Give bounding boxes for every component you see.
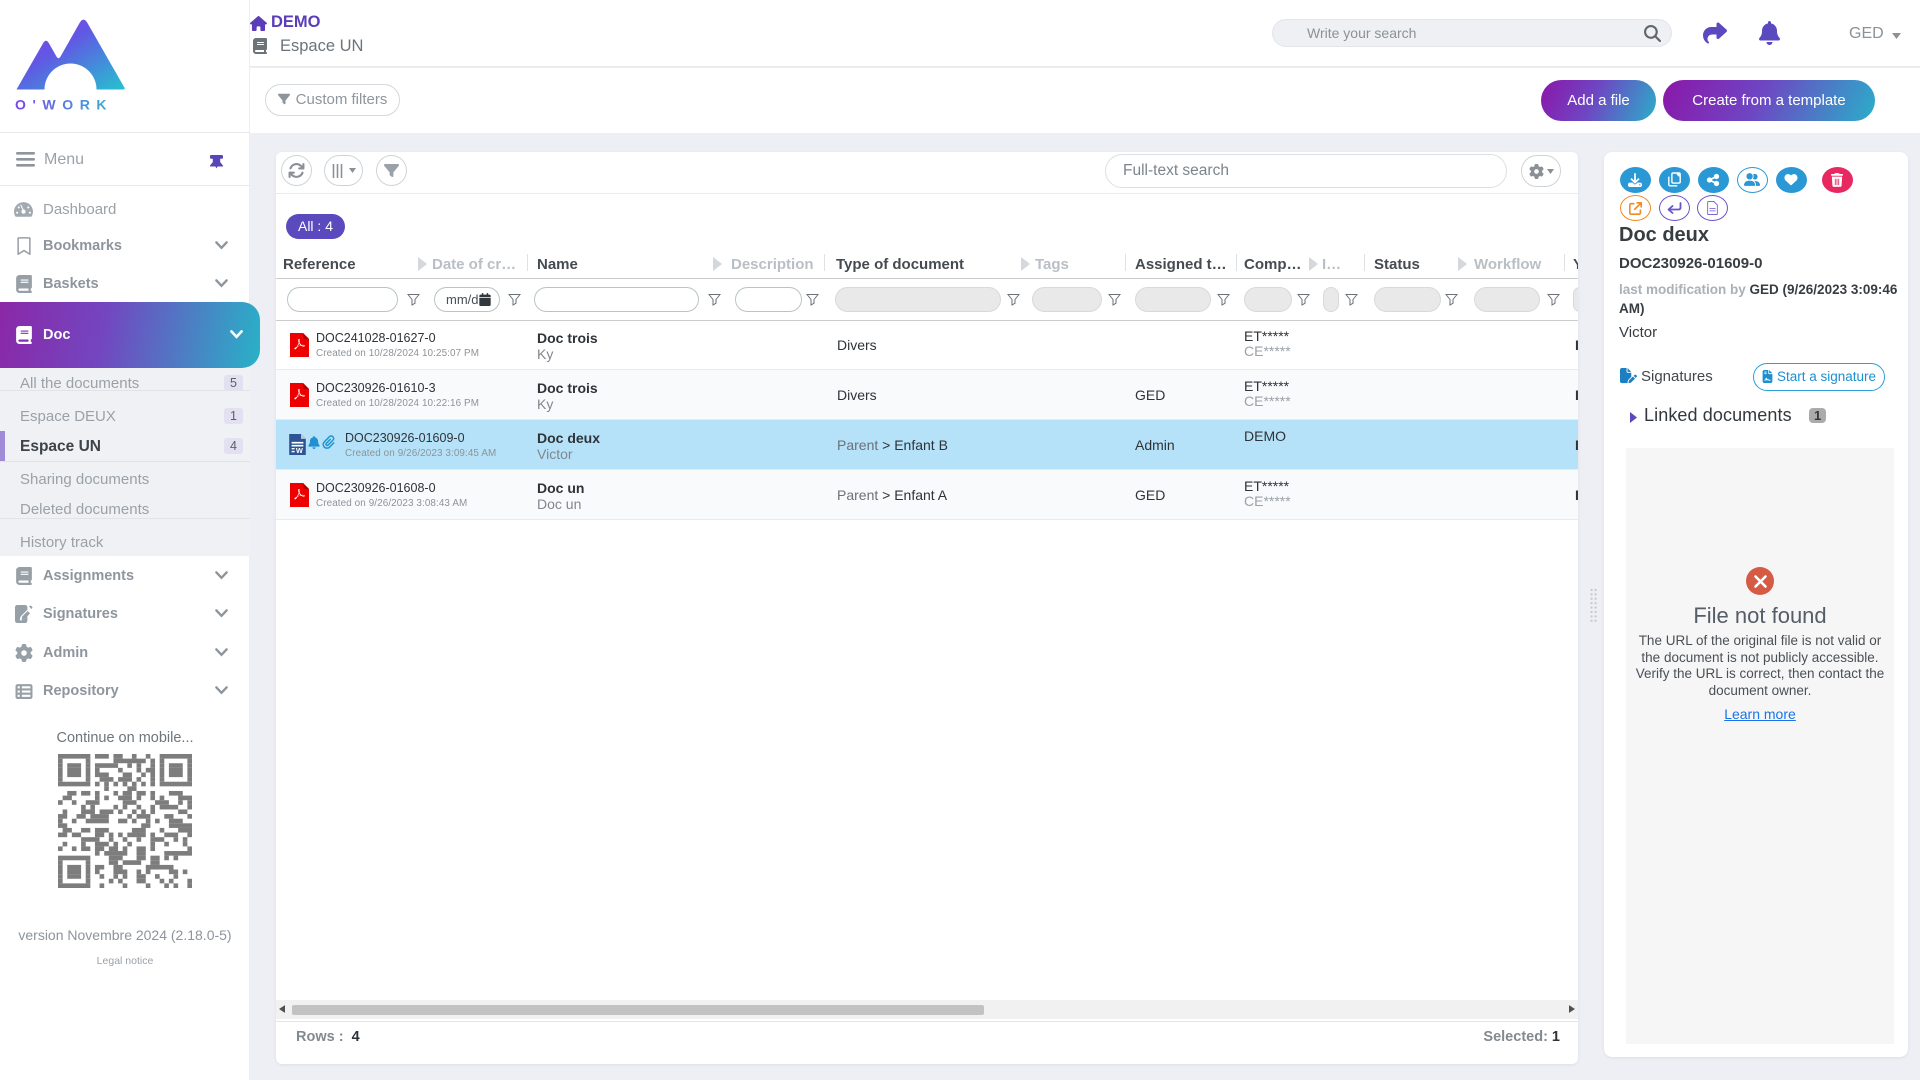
svg-text:O'WORK: O'WORK — [15, 98, 113, 111]
svg-text:W: W — [296, 446, 303, 455]
